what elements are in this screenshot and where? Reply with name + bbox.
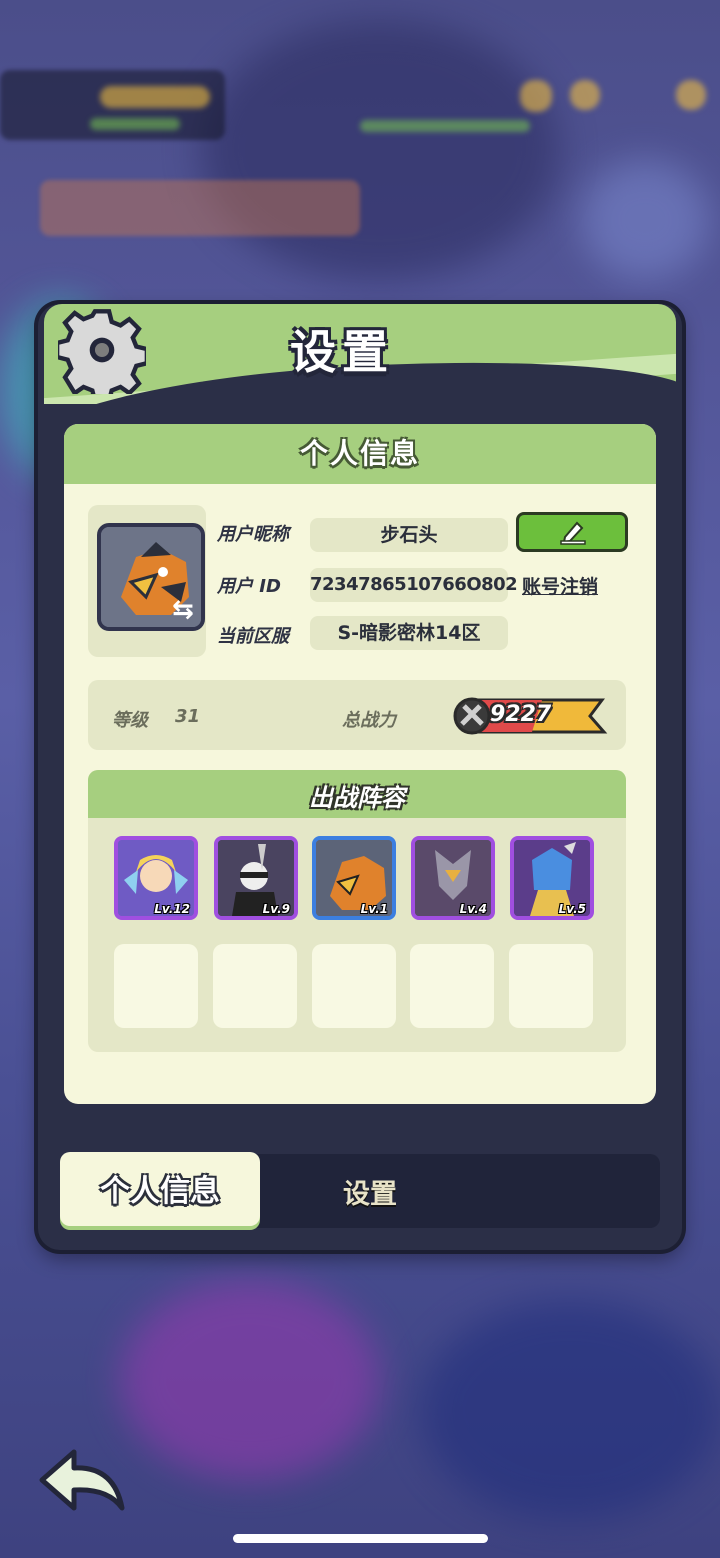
level-value: 31	[175, 706, 201, 727]
lineup-title: 出战阵容	[309, 784, 405, 812]
empty-lineup-slot[interactable]	[312, 944, 396, 1028]
pencil-icon	[560, 521, 586, 545]
hero-level: Lv.1	[360, 902, 388, 916]
tab-settings[interactable]: 设置	[300, 1172, 440, 1211]
tab-personal-info[interactable]: 个人信息	[60, 1152, 260, 1226]
server-label: 当前区服	[217, 626, 289, 647]
user-id-label: 用户 ID	[217, 576, 281, 597]
server-field: S-暗影密林14区	[310, 616, 508, 650]
gear-icon	[58, 309, 146, 394]
empty-lineup-slot[interactable]	[509, 944, 593, 1028]
lineup-hero-5[interactable]: Lv.5	[510, 836, 594, 920]
empty-lineup-slot[interactable]	[114, 944, 198, 1028]
empty-lineup-slot[interactable]	[410, 944, 494, 1028]
empty-lineup-slot[interactable]	[213, 944, 297, 1028]
hero-level: Lv.12	[154, 902, 190, 916]
lineup-hero-2[interactable]: Lv.9	[214, 836, 298, 920]
hero-level: Lv.4	[459, 902, 487, 916]
account-cancel-link[interactable]: 账号注销	[522, 572, 598, 599]
hero-level: Lv.5	[558, 902, 586, 916]
home-indicator[interactable]	[233, 1534, 488, 1543]
power-value: 9227	[490, 702, 552, 727]
tab-personal-info-label: 个人信息	[100, 1174, 220, 1209]
user-id-field: 7234786510766O802	[310, 568, 518, 602]
edit-nickname-button[interactable]	[516, 512, 628, 552]
section-title: 个人信息	[299, 437, 420, 470]
lineup-hero-1[interactable]: Lv.12	[114, 836, 198, 920]
swap-icon[interactable]: ⇆	[172, 596, 200, 624]
lineup-hero-3[interactable]: Lv.1	[312, 836, 396, 920]
lineup-hero-4[interactable]: Lv.4	[411, 836, 495, 920]
power-label: 总战力	[342, 710, 396, 731]
hero-level: Lv.9	[262, 902, 290, 916]
back-arrow-icon[interactable]	[34, 1446, 130, 1522]
level-label: 等级	[112, 710, 148, 731]
nickname-label: 用户昵称	[217, 524, 289, 545]
nickname-field: 步石头	[310, 518, 508, 552]
page-title: 设置	[290, 325, 394, 379]
